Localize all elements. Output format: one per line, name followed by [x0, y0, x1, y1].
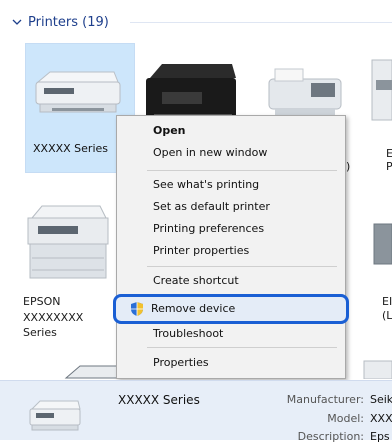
- printer-icon: [29, 400, 81, 431]
- context-menu: Open Open in new window See what's print…: [116, 115, 346, 379]
- menu-item-see-whats-printing[interactable]: See what's printing: [117, 174, 345, 196]
- printer-tile-caption: XXXXX Series: [33, 142, 109, 155]
- printer-icon: [363, 360, 392, 379]
- menu-separator: [147, 347, 337, 348]
- tile-caption-fragment: EI: [382, 295, 392, 308]
- device-name: XXXXX Series: [118, 393, 200, 407]
- manufacturer-label: Manufacturer:: [286, 393, 364, 406]
- menu-item-printer-properties[interactable]: Printer properties: [117, 240, 345, 262]
- menu-item-set-default-printer[interactable]: Set as default printer: [117, 196, 345, 218]
- group-divider: [130, 22, 392, 23]
- tile-caption-fragment: (L: [382, 309, 392, 322]
- printer-icon: [373, 223, 392, 265]
- menu-item-troubleshoot[interactable]: Troubleshoot: [117, 323, 345, 345]
- tile-caption-fragment: E: [386, 147, 392, 160]
- tile-caption-fragment: ): [346, 160, 351, 173]
- model-value: XXX: [370, 412, 392, 425]
- menu-item-properties[interactable]: Properties: [117, 352, 345, 374]
- group-title: Printers (19): [28, 14, 109, 30]
- menu-item-open[interactable]: Open: [117, 120, 345, 142]
- manufacturer-value: Seik: [370, 393, 392, 406]
- fax-icon: [268, 68, 342, 115]
- chevron-down-icon: [12, 19, 22, 25]
- menu-separator: [147, 266, 337, 267]
- tile-caption-line: XXXXXXXX: [23, 311, 84, 324]
- menu-item-open-new-window[interactable]: Open in new window: [117, 142, 345, 164]
- shield-icon: [131, 302, 143, 316]
- description-value: Eps: [370, 430, 390, 443]
- menu-separator: [147, 170, 337, 171]
- printers-group-header[interactable]: Printers (19): [10, 12, 109, 32]
- tile-caption-line: Series: [23, 326, 57, 339]
- tile-caption-fragment: P: [386, 160, 392, 173]
- printer-icon: [371, 59, 392, 121]
- description-label: Description:: [297, 430, 364, 443]
- remove-device-label: Remove device: [151, 302, 236, 315]
- printer-icon: [27, 205, 109, 279]
- menu-item-create-shortcut[interactable]: Create shortcut: [117, 270, 345, 292]
- printer-icon: [35, 71, 121, 113]
- details-pane: XXXXX Series Manufacturer: Seik Model: X…: [0, 380, 392, 443]
- tile-caption-line: EPSON: [23, 295, 61, 308]
- menu-item-printing-preferences[interactable]: Printing preferences: [117, 218, 345, 240]
- model-label: Model:: [327, 412, 364, 425]
